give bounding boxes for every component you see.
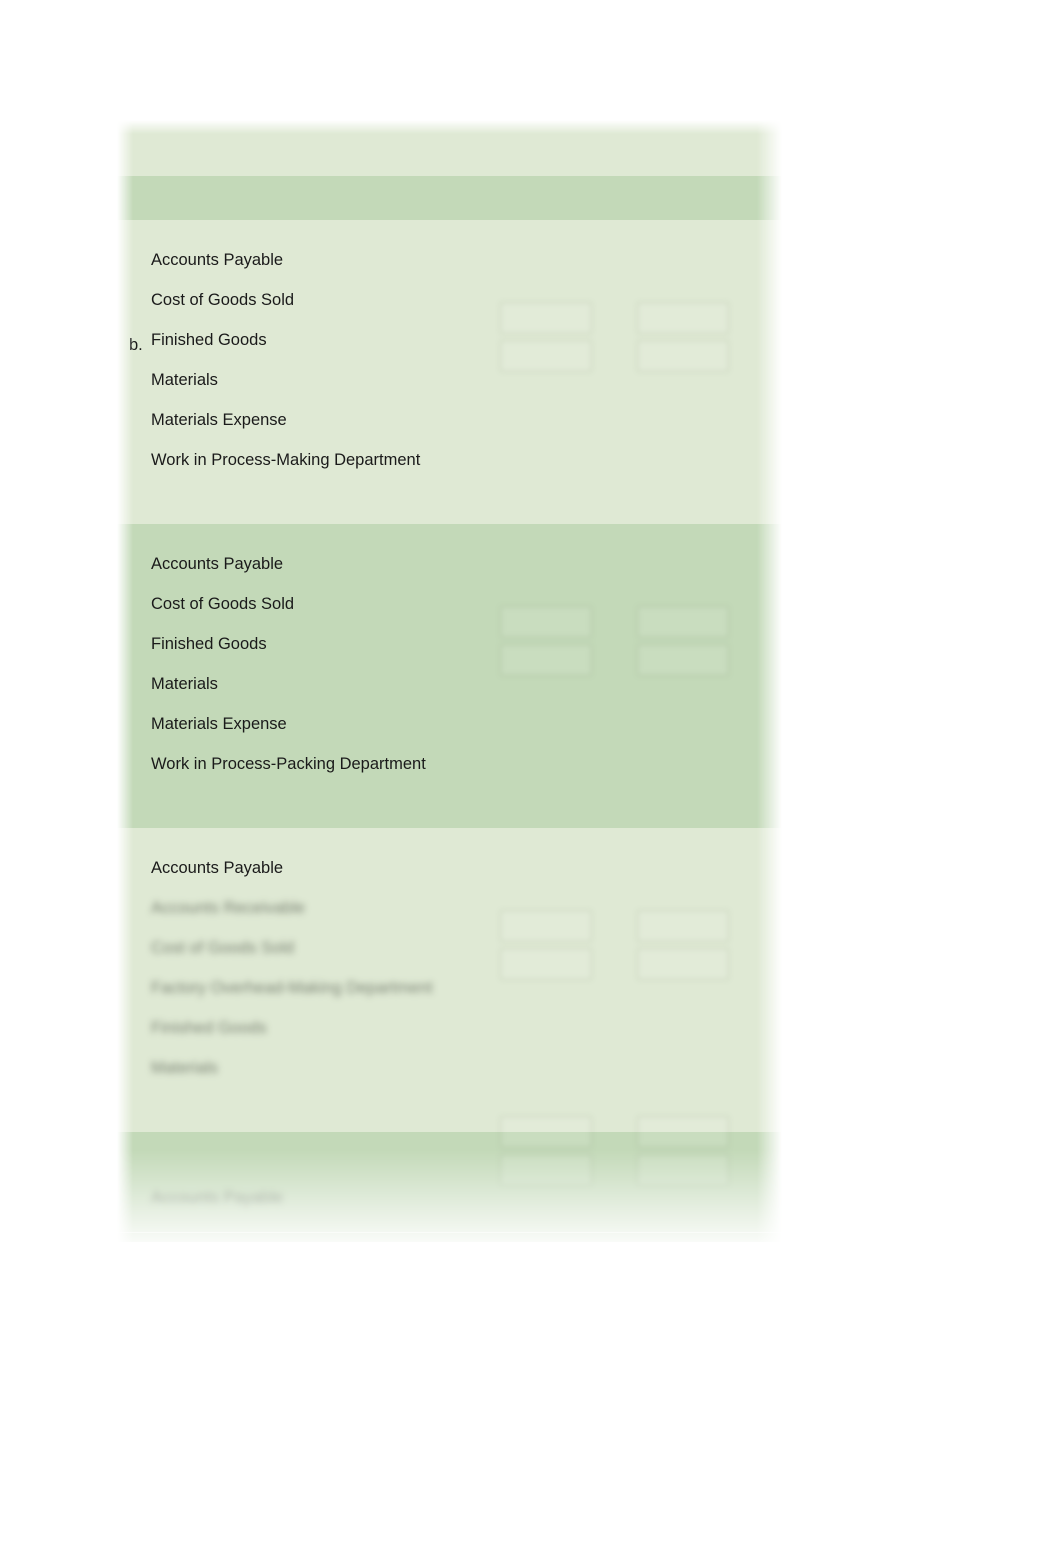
credit-amount-column[interactable] bbox=[637, 910, 729, 986]
credit-amount-input[interactable] bbox=[637, 910, 729, 942]
account-option-list-packing: Accounts Payable Cost of Goods Sold Fini… bbox=[117, 524, 782, 828]
amount-entry-columns-bottom bbox=[500, 1116, 740, 1232]
debit-amount-input[interactable] bbox=[500, 1154, 592, 1186]
debit-amount-column[interactable] bbox=[500, 910, 592, 986]
account-option-list-making: b. Accounts Payable Cost of Goods Sold F… bbox=[117, 220, 782, 524]
debit-amount-input[interactable] bbox=[500, 606, 592, 638]
credit-amount-column[interactable] bbox=[637, 1116, 729, 1192]
credit-amount-input[interactable] bbox=[637, 1154, 729, 1186]
section-entry-packing-department: Accounts Payable Cost of Goods Sold Fini… bbox=[117, 524, 782, 828]
debit-amount-input[interactable] bbox=[500, 948, 592, 980]
account-option-list-bottom: Accounts Payable bbox=[117, 1116, 782, 1232]
section-top-partial bbox=[117, 120, 782, 176]
debit-amount-input[interactable] bbox=[500, 644, 592, 676]
section-divider-bar bbox=[117, 176, 782, 220]
section-entry-factory-overhead: Accounts Payable Accounts Receivable Cos… bbox=[117, 828, 782, 1132]
section-entry-bottom-partial: Accounts Payable bbox=[117, 1116, 782, 1242]
credit-amount-column[interactable] bbox=[637, 302, 729, 378]
amount-entry-columns-overhead bbox=[500, 828, 740, 1132]
credit-amount-column[interactable] bbox=[637, 606, 729, 682]
section-bottom-divider bbox=[117, 1232, 782, 1233]
debit-amount-input[interactable] bbox=[500, 1116, 592, 1148]
credit-amount-input[interactable] bbox=[637, 340, 729, 372]
debit-amount-input[interactable] bbox=[500, 340, 592, 372]
credit-amount-input[interactable] bbox=[637, 302, 729, 334]
section-entry-making-department: b. Accounts Payable Cost of Goods Sold F… bbox=[117, 220, 782, 524]
partial-option-row[interactable] bbox=[117, 120, 782, 142]
amount-entry-columns-packing bbox=[500, 524, 740, 828]
debit-amount-column[interactable] bbox=[500, 302, 592, 378]
debit-amount-input[interactable] bbox=[500, 302, 592, 334]
item-marker-b: b. bbox=[129, 336, 143, 354]
credit-amount-input[interactable] bbox=[637, 948, 729, 980]
debit-amount-input[interactable] bbox=[500, 910, 592, 942]
credit-amount-input[interactable] bbox=[637, 606, 729, 638]
account-option-list-overhead: Accounts Payable Accounts Receivable Cos… bbox=[117, 828, 782, 1132]
amount-entry-columns-making bbox=[500, 220, 740, 524]
credit-amount-input[interactable] bbox=[637, 644, 729, 676]
debit-amount-column[interactable] bbox=[500, 606, 592, 682]
journal-entry-worksheet: b. Accounts Payable Cost of Goods Sold F… bbox=[117, 120, 782, 1252]
debit-amount-column[interactable] bbox=[500, 1116, 592, 1192]
credit-amount-input[interactable] bbox=[637, 1116, 729, 1148]
